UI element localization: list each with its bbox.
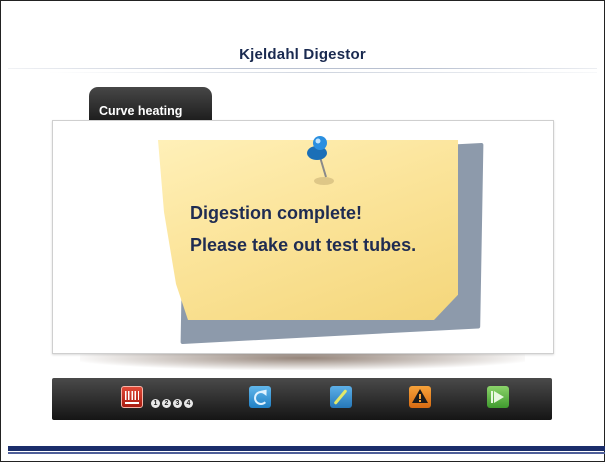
title-divider-line-secondary — [48, 72, 597, 73]
message-line-2: Please take out test tubes. — [190, 235, 417, 255]
heater-icon[interactable] — [121, 386, 143, 408]
tab-curve-heating[interactable]: Curve heating — [89, 87, 212, 121]
pushpin-icon — [307, 136, 334, 185]
tool-stick — [333, 389, 348, 405]
message-line-1: Digestion complete! — [190, 203, 363, 223]
title-divider-line — [8, 68, 597, 69]
bottom-band — [8, 446, 605, 451]
heater-coil — [125, 391, 139, 400]
play-icon[interactable] — [487, 386, 509, 408]
warning-dot — [419, 400, 421, 402]
stage-indicator-3: 3 — [173, 399, 182, 408]
refresh-icon[interactable] — [249, 386, 271, 408]
warning-icon[interactable] — [409, 386, 431, 408]
stage-indicator-1: 1 — [151, 399, 160, 408]
stage-indicator-4: 4 — [184, 399, 193, 408]
warning-exclamation — [419, 394, 421, 399]
play-arrow — [494, 391, 504, 403]
play-bar — [491, 391, 493, 403]
tool-icon[interactable] — [330, 386, 352, 408]
page-title: Kjeldahl Digestor — [239, 46, 366, 63]
heater-base — [125, 402, 139, 404]
bottom-band-secondary — [8, 452, 605, 454]
title-divider — [8, 68, 597, 78]
stage-indicator-2: 2 — [162, 399, 171, 408]
stage-indicators: 1 2 3 4 — [151, 399, 193, 408]
